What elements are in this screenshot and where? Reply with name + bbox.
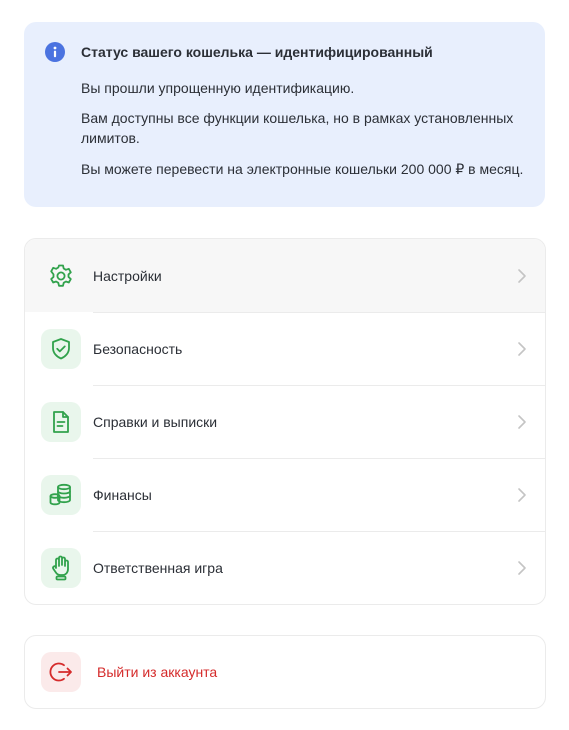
menu-item-label: Настройки [93, 267, 162, 284]
status-title: Статус вашего кошелька — идентифицирован… [81, 44, 433, 60]
gear-icon [41, 256, 81, 296]
chevron-right-icon [518, 414, 526, 429]
menu-item-statements[interactable]: Справки и выписки [25, 385, 545, 458]
menu-item-finances[interactable]: Финансы [25, 458, 545, 531]
chevron-right-icon [518, 268, 526, 283]
status-line-functions: Вам доступны все функции кошелька, но в … [81, 110, 514, 146]
menu-item-label: Финансы [93, 486, 152, 503]
status-line-limit: Вы можете перевести на электронные кошел… [81, 161, 524, 177]
info-icon [45, 42, 65, 62]
hand-icon [41, 547, 81, 588]
menu-item-security[interactable]: Безопасность [25, 312, 545, 385]
logout-button[interactable]: Выйти из аккаунта [24, 635, 546, 709]
status-line-identification: Вы прошли упрощенную идентификацию. [81, 80, 355, 96]
menu-item-label: Справки и выписки [93, 413, 218, 430]
logout-icon [41, 652, 81, 692]
account-menu: Настройки Безопасность Справки и выписки [24, 238, 546, 605]
shield-check-icon [41, 328, 81, 369]
chevron-right-icon [518, 341, 526, 356]
chevron-right-icon [518, 487, 526, 502]
document-icon [41, 401, 81, 442]
menu-item-settings[interactable]: Настройки [25, 239, 545, 312]
menu-item-label: Безопасность [93, 340, 183, 357]
menu-item-responsible-gaming[interactable]: Ответственная игра [25, 531, 545, 604]
wallet-status-card: Статус вашего кошелька — идентифицирован… [24, 22, 545, 207]
logout-label: Выйти из аккаунта [97, 664, 218, 680]
menu-item-label: Ответственная игра [93, 559, 223, 576]
chevron-right-icon [518, 560, 526, 575]
coins-icon [41, 474, 81, 515]
